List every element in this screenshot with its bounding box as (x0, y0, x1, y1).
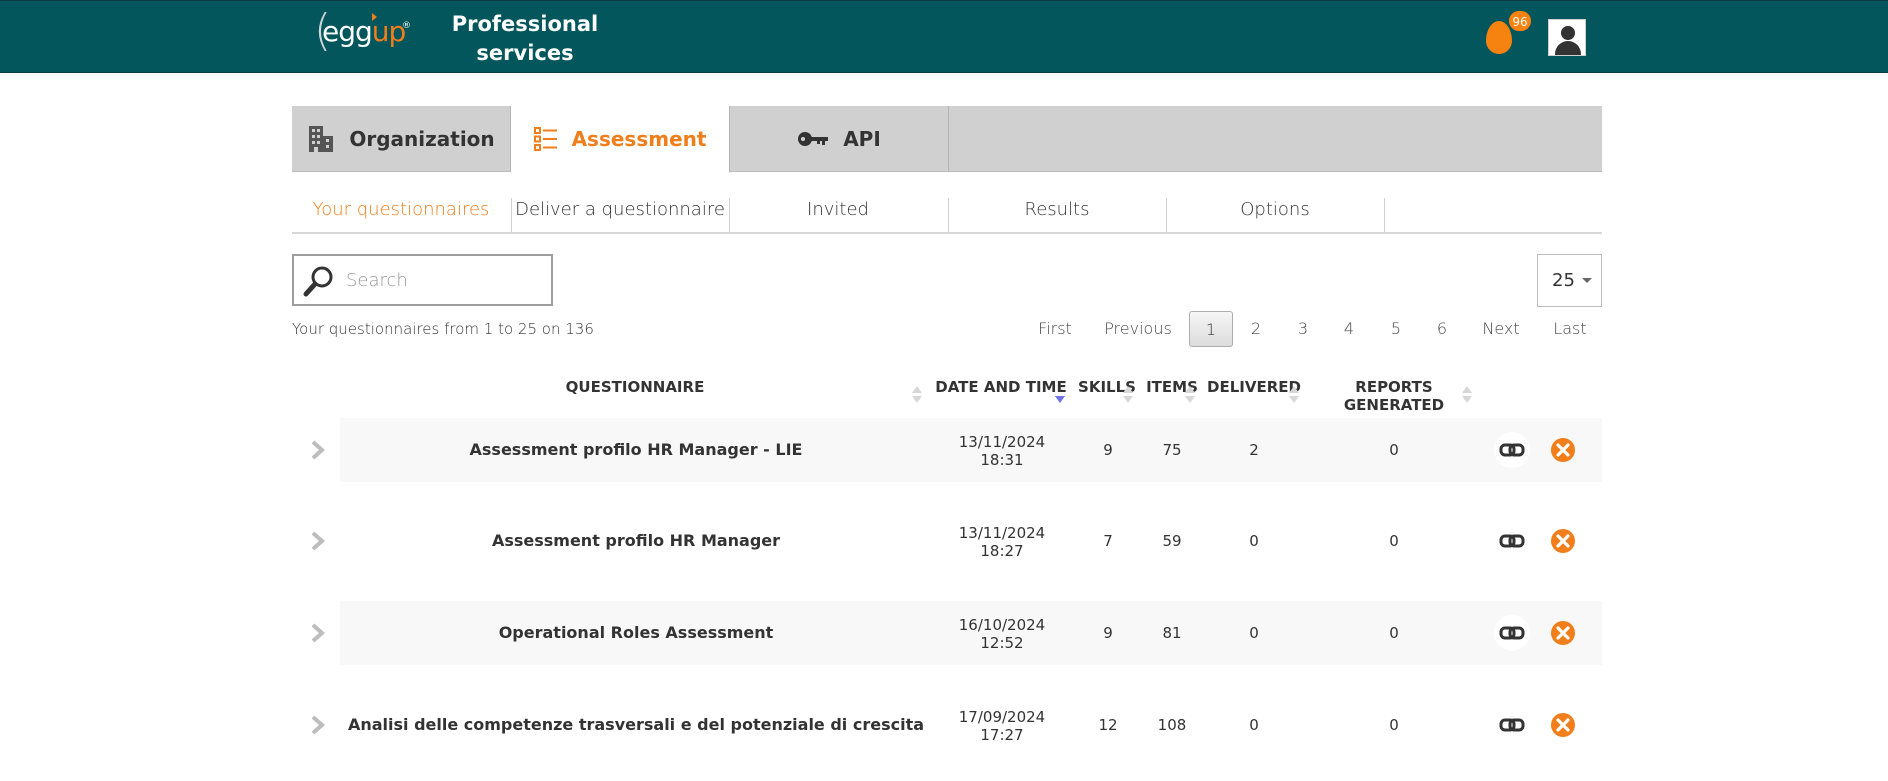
link-icon (1499, 626, 1525, 640)
tab-api-label: API (843, 127, 881, 151)
sort-reports-icon[interactable] (1462, 386, 1472, 406)
top-bar: ( eggup ® Professional services 96 (0, 0, 1888, 73)
items-count: 81 (1162, 624, 1182, 642)
link-icon (1499, 718, 1525, 732)
chevron-right-icon[interactable] (309, 530, 327, 552)
subtab-deliver-questionnaire[interactable]: Deliver a questionnaire (511, 198, 729, 232)
skills-count: 12 (1098, 716, 1118, 734)
delete-icon[interactable] (1550, 712, 1576, 738)
questionnaire-name[interactable]: Assessment profilo HR Manager - LIE (340, 441, 932, 459)
delete-icon[interactable] (1550, 620, 1576, 646)
sort-questionnaire-icon[interactable] (912, 386, 922, 406)
page-size-value: 25 (1552, 270, 1575, 291)
questionnaire-name[interactable]: Analisi delle competenze trasversali e d… (340, 716, 932, 734)
sort-delivered-icon[interactable] (1289, 386, 1299, 406)
pager-page-2[interactable]: 2 (1238, 311, 1274, 347)
delete-icon[interactable] (1550, 437, 1576, 463)
logo-registered: ® (402, 21, 411, 31)
search-input[interactable] (346, 266, 541, 294)
chevron-right-icon[interactable] (309, 622, 327, 644)
logo-text-egg: egg (322, 15, 373, 48)
reports-count: 0 (1389, 716, 1399, 734)
pager-next[interactable]: Next (1478, 311, 1524, 347)
subtab-results[interactable]: Results (948, 198, 1166, 232)
link-button[interactable] (1494, 432, 1530, 468)
col-date-time[interactable]: DATE AND TIME (930, 378, 1072, 396)
subtab-invited[interactable]: Invited (729, 198, 947, 232)
main-tabs: Organization Assessment API (292, 106, 1602, 173)
tab-assessment-label: Assessment (571, 127, 707, 151)
pager-previous[interactable]: Previous (1100, 311, 1176, 347)
reports-count: 0 (1389, 624, 1399, 642)
questionnaire-datetime: 13/11/2024 18:27 (958, 524, 1046, 560)
pager-first[interactable]: First (1030, 311, 1080, 347)
list-icon (533, 127, 557, 151)
tab-organization-label: Organization (349, 127, 495, 151)
delete-icon[interactable] (1550, 528, 1576, 554)
questionnaire-datetime: 17/09/2024 17:27 (958, 708, 1046, 744)
sub-tabs: Your questionnaires Deliver a questionna… (292, 198, 1602, 234)
skills-count: 9 (1103, 441, 1113, 459)
pager-page-1[interactable]: 1 (1189, 311, 1233, 347)
egg-notifications-icon[interactable] (1486, 21, 1512, 54)
chevron-right-icon[interactable] (309, 714, 327, 736)
chevron-down-icon (1582, 278, 1592, 283)
subtab-your-questionnaires[interactable]: Your questionnaires (292, 198, 510, 232)
user-avatar[interactable] (1548, 19, 1586, 56)
pager-page-3[interactable]: 3 (1285, 311, 1321, 347)
sort-items-icon[interactable] (1185, 386, 1195, 406)
items-count: 108 (1157, 716, 1187, 734)
skills-count: 7 (1103, 532, 1113, 550)
questionnaire-name[interactable]: Assessment profilo HR Manager (340, 532, 932, 550)
search-box (292, 254, 553, 306)
skills-count: 9 (1103, 624, 1113, 642)
user-icon (1561, 26, 1575, 40)
delivered-count: 2 (1249, 441, 1259, 459)
reports-count: 0 (1389, 441, 1399, 459)
notification-badge[interactable]: 96 (1508, 10, 1532, 32)
link-button[interactable] (1494, 615, 1530, 651)
tab-api[interactable]: API (730, 106, 949, 172)
items-count: 59 (1162, 532, 1182, 550)
col-questionnaire[interactable]: QUESTIONNAIRE (340, 378, 930, 396)
col-reports-generated[interactable]: REPORTS GENERATED (1324, 378, 1464, 414)
reports-count: 0 (1389, 532, 1399, 550)
questionnaire-datetime: 16/10/2024 12:52 (958, 616, 1046, 652)
link-button[interactable] (1494, 523, 1530, 559)
page-size-select[interactable]: 25 (1537, 254, 1602, 307)
search-icon (303, 266, 333, 297)
items-count: 75 (1162, 441, 1182, 459)
key-icon (798, 132, 829, 146)
tab-assessment[interactable]: Assessment (511, 106, 730, 173)
questionnaire-name[interactable]: Operational Roles Assessment (340, 624, 932, 642)
delivered-count: 0 (1249, 624, 1259, 642)
link-icon (1499, 534, 1525, 548)
subtab-options[interactable]: Options (1166, 198, 1384, 232)
building-icon (309, 126, 334, 152)
delivered-count: 0 (1249, 716, 1259, 734)
logo-text-up: up (371, 15, 407, 48)
results-count: Your questionnaires from 1 to 25 on 136 (292, 320, 594, 338)
sort-date-desc-icon[interactable] (1055, 386, 1065, 406)
questionnaire-datetime: 13/11/2024 18:31 (958, 433, 1046, 469)
link-icon (1499, 443, 1525, 457)
pager-page-4[interactable]: 4 (1331, 311, 1367, 347)
sort-skills-icon[interactable] (1123, 386, 1133, 406)
tab-organization[interactable]: Organization (292, 106, 511, 172)
delivered-count: 0 (1249, 532, 1259, 550)
pager-last[interactable]: Last (1547, 311, 1593, 347)
app-title: Professional services (451, 12, 599, 65)
link-button[interactable] (1494, 707, 1530, 743)
pager-page-5[interactable]: 5 (1378, 311, 1414, 347)
pager-page-6[interactable]: 6 (1424, 311, 1460, 347)
chevron-right-icon[interactable] (309, 439, 327, 461)
